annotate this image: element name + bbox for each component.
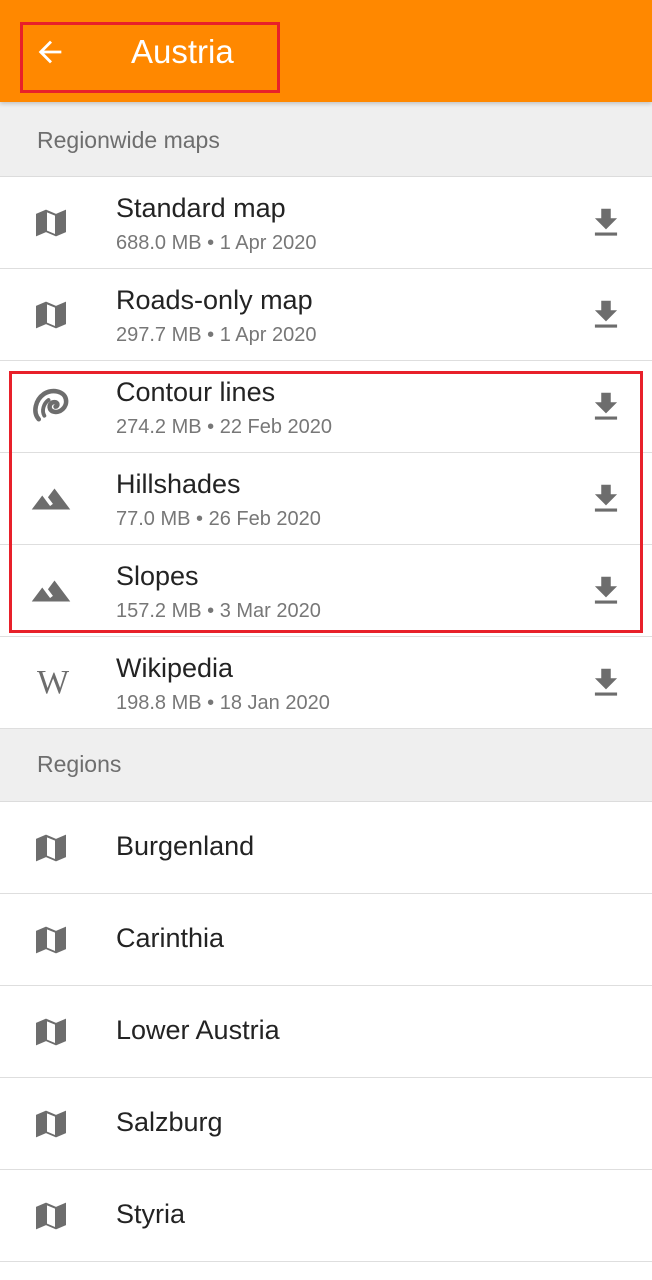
- item-name: Carinthia: [116, 923, 225, 953]
- download-icon: [594, 668, 618, 696]
- item-meta: 157.2 MB • 3 Mar 2020: [116, 600, 321, 622]
- item-name: Styria: [116, 1199, 186, 1229]
- app-toolbar: Austria: [0, 0, 652, 102]
- mountains-icon: [30, 570, 72, 612]
- map-icon: [30, 202, 72, 244]
- map-icon: [30, 1195, 72, 1237]
- list-item-region-burgenland[interactable]: Burgenland: [0, 802, 652, 894]
- wikipedia-glyph: W: [36, 664, 69, 701]
- list-item-region-salzburg[interactable]: Salzburg: [0, 1078, 652, 1170]
- list-item-region-styria[interactable]: Styria: [0, 1170, 652, 1262]
- item-meta: 77.0 MB • 26 Feb 2020: [116, 508, 321, 530]
- download-icon: [594, 208, 618, 236]
- contour-icon: [30, 386, 72, 428]
- map-icon: [30, 827, 72, 869]
- screen: Austria Regionwide maps Standard map 688…: [0, 0, 652, 1280]
- download-icon: [594, 576, 618, 604]
- list-item-wikipedia[interactable]: W Wikipedia 198.8 MB • 18 Jan 2020: [0, 637, 652, 729]
- download-icon: [594, 484, 618, 512]
- download-button[interactable]: [586, 663, 626, 703]
- download-button[interactable]: [586, 203, 626, 243]
- map-icon: [30, 919, 72, 961]
- arrow-left-icon: [38, 40, 62, 64]
- download-button[interactable]: [586, 387, 626, 427]
- download-button[interactable]: [586, 479, 626, 519]
- item-meta: 274.2 MB • 22 Feb 2020: [116, 416, 333, 438]
- page-title: Austria: [131, 33, 234, 70]
- section-label: Regionwide maps: [37, 127, 220, 153]
- list-item-region-carinthia[interactable]: Carinthia: [0, 894, 652, 986]
- map-icon: [30, 1103, 72, 1145]
- list-item-standard-map[interactable]: Standard map 688.0 MB • 1 Apr 2020: [0, 177, 652, 269]
- item-name: Hillshades: [116, 469, 241, 499]
- download-icon: [594, 300, 618, 328]
- download-button[interactable]: [586, 295, 626, 335]
- item-name: Standard map: [116, 193, 286, 223]
- list-item-hillshades[interactable]: Hillshades 77.0 MB • 26 Feb 2020: [0, 453, 652, 545]
- list-item-contour-lines[interactable]: Contour lines 274.2 MB • 22 Feb 2020: [0, 361, 652, 453]
- list-item-roads-only-map[interactable]: Roads-only map 297.7 MB • 1 Apr 2020: [0, 269, 652, 361]
- item-meta: 297.7 MB • 1 Apr 2020: [116, 324, 317, 346]
- map-icon: [30, 294, 72, 336]
- wikipedia-icon: W: [30, 662, 74, 704]
- list-item-region-lower-austria[interactable]: Lower Austria: [0, 986, 652, 1078]
- item-name: Slopes: [116, 561, 199, 591]
- item-name: Lower Austria: [116, 1015, 280, 1045]
- section-header-regions: Regions: [0, 729, 652, 802]
- item-name: Burgenland: [116, 831, 255, 861]
- section-label: Regions: [37, 751, 122, 777]
- mountains-icon: [30, 478, 72, 520]
- download-icon: [594, 392, 618, 420]
- item-name: Roads-only map: [116, 285, 313, 315]
- map-icon: [30, 1011, 72, 1053]
- item-meta: 198.8 MB • 18 Jan 2020: [116, 692, 330, 714]
- item-meta: 688.0 MB • 1 Apr 2020: [116, 232, 317, 254]
- item-name: Salzburg: [116, 1107, 223, 1137]
- section-header-regionwide: Regionwide maps: [0, 102, 652, 177]
- item-name: Wikipedia: [116, 653, 234, 683]
- back-button[interactable]: [30, 32, 70, 72]
- download-button[interactable]: [586, 571, 626, 611]
- list-item-slopes[interactable]: Slopes 157.2 MB • 3 Mar 2020: [0, 545, 652, 637]
- item-name: Contour lines: [116, 377, 276, 407]
